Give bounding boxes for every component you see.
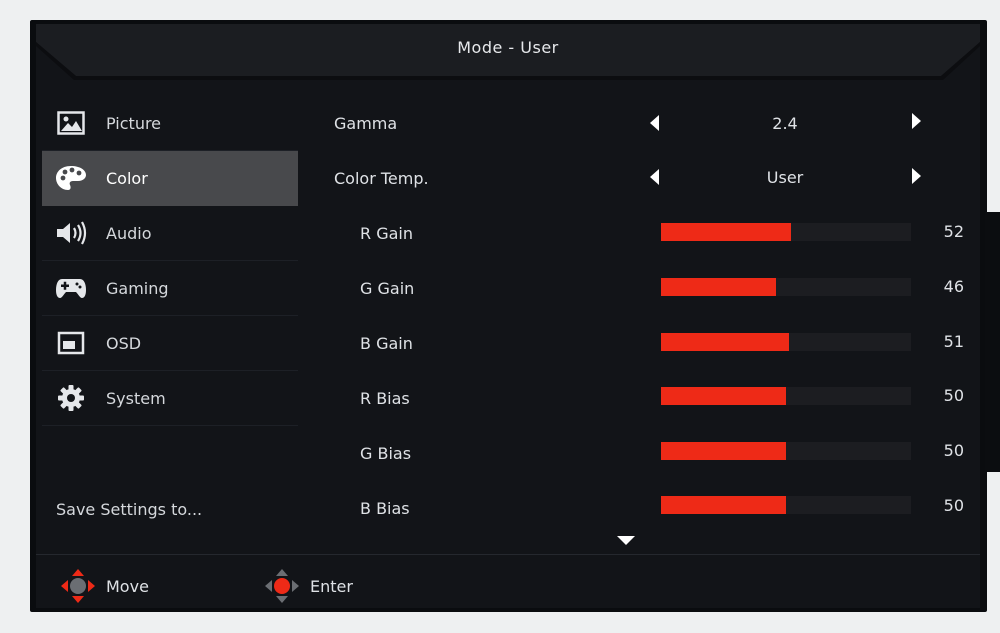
gamma-left-arrow-icon[interactable] — [650, 115, 659, 131]
r-bias-value: 50 — [943, 386, 964, 405]
color-temp-left-arrow-icon[interactable] — [650, 169, 659, 185]
gamma-value: 2.4 — [772, 114, 798, 133]
save-settings-item[interactable]: Save Settings to... — [56, 500, 202, 519]
b-bias-label: B Bias — [360, 499, 410, 518]
osd-menu: Mode - User Picture Color Audio Gaming O… — [36, 24, 980, 608]
r-bias-label: R Bias — [360, 389, 410, 408]
b-gain-slider[interactable] — [661, 333, 911, 351]
four-way-joystick-icon — [60, 568, 96, 604]
sidebar-item-label: Audio — [106, 223, 152, 243]
gear-icon — [54, 385, 88, 411]
picture-icon — [54, 110, 88, 136]
g-bias-slider[interactable] — [661, 442, 911, 460]
r-gain-slider[interactable] — [661, 223, 911, 241]
gamma-right-arrow-icon[interactable] — [912, 113, 921, 129]
g-gain-slider[interactable] — [661, 278, 911, 296]
sidebar-item-system[interactable]: System — [42, 371, 298, 426]
joystick-press-icon — [264, 568, 300, 604]
sidebar-item-gaming[interactable]: Gaming — [42, 261, 298, 316]
sidebar-item-audio[interactable]: Audio — [42, 206, 298, 261]
gamma-label: Gamma — [334, 114, 398, 133]
palette-icon — [54, 165, 88, 191]
sidebar-item-picture[interactable]: Picture — [42, 96, 298, 151]
sidebar: Picture Color Audio Gaming OSD System — [42, 96, 298, 426]
speaker-icon — [54, 220, 88, 246]
b-gain-label: B Gain — [360, 334, 413, 353]
b-bias-value: 50 — [943, 496, 964, 515]
footer-enter: Enter — [264, 568, 353, 604]
slider-fill — [661, 496, 786, 514]
footer-divider — [36, 554, 980, 555]
b-bias-slider[interactable] — [661, 496, 911, 514]
slider-fill — [661, 223, 791, 241]
color-temp-label: Color Temp. — [334, 169, 429, 188]
slider-fill — [661, 333, 789, 351]
g-bias-value: 50 — [943, 441, 964, 460]
sidebar-item-label: Color — [106, 168, 148, 188]
footer-move: Move — [60, 568, 149, 604]
g-bias-label: G Bias — [360, 444, 412, 463]
color-temp-right-arrow-icon[interactable] — [912, 168, 921, 184]
sidebar-item-osd[interactable]: OSD — [42, 316, 298, 371]
header-bevel — [36, 24, 980, 80]
sidebar-item-label: Gaming — [106, 278, 169, 298]
g-gain-value: 46 — [943, 277, 964, 296]
r-gain-label: R Gain — [360, 224, 413, 243]
sidebar-item-color[interactable]: Color — [42, 151, 298, 206]
enter-label: Enter — [310, 576, 353, 596]
g-gain-label: G Gain — [360, 279, 415, 298]
b-gain-value: 51 — [943, 332, 964, 351]
slider-fill — [661, 387, 786, 405]
r-gain-value: 52 — [943, 222, 964, 241]
page-title: Mode - User — [457, 38, 559, 57]
slider-fill — [661, 442, 786, 460]
osd-header: Mode - User — [36, 24, 980, 104]
slider-fill — [661, 278, 776, 296]
scroll-down-arrow-icon[interactable] — [617, 536, 635, 545]
monitor-edge — [985, 212, 1000, 472]
gamepad-icon — [54, 275, 88, 301]
sidebar-item-label: System — [106, 388, 166, 408]
sidebar-item-label: Picture — [106, 113, 162, 133]
color-temp-value: User — [766, 168, 804, 187]
r-bias-slider[interactable] — [661, 387, 911, 405]
osd-window-icon — [54, 330, 88, 356]
sidebar-item-label: OSD — [106, 333, 142, 353]
move-label: Move — [106, 576, 149, 596]
